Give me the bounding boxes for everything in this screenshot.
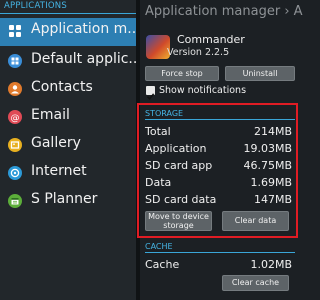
storage-sd-card-data-label: SD card data [145, 193, 217, 206]
app-info-pane: Application manager › A Commander Versio… [140, 0, 304, 300]
storage-sd-card-app-value: 46.75MB [243, 159, 292, 172]
cache-section-title: CACHE [145, 242, 173, 251]
storage-section-divider [145, 119, 295, 120]
storage-sd-card-data-value: 147MB [253, 193, 292, 206]
gallery-icon [8, 138, 22, 152]
storage-application-value: 19.03MB [243, 142, 292, 155]
sidebar-item-label: Contacts [31, 79, 93, 95]
sidebar-item-email[interactable]: @ Email [0, 104, 136, 132]
clear-cache-button[interactable]: Clear cache [222, 275, 289, 291]
storage-total-label: Total [145, 125, 171, 138]
sidebar-item-application-manager[interactable]: Application m.. [0, 18, 136, 46]
contact-icon [8, 82, 22, 96]
storage-section-title: STORAGE [145, 109, 184, 118]
storage-data-value: 1.69MB [250, 176, 292, 189]
cache-label: Cache [145, 258, 180, 271]
storage-data-label: Data [145, 176, 172, 189]
sidebar-item-default-applications[interactable]: Default applic.. [0, 48, 136, 76]
sidebar-item-label: Internet [31, 163, 87, 179]
move-to-device-storage-button[interactable]: Move to device storage [145, 211, 212, 231]
uninstall-button[interactable]: Uninstall [225, 66, 295, 81]
page-title: Application manager › A [145, 4, 303, 19]
sidebar-item-contacts[interactable]: Contacts [0, 76, 136, 104]
grid-icon [8, 24, 22, 38]
app-name: Commander [177, 33, 245, 46]
planner-icon [8, 194, 22, 208]
force-stop-button[interactable]: Force stop [145, 66, 219, 81]
clear-data-button[interactable]: Clear data [222, 211, 289, 231]
sidebar-item-label: Application m.. [31, 21, 136, 37]
settings-category-pane: APPLICATIONS Application m.. Default app… [0, 0, 136, 300]
sidebar-item-label: S Planner [31, 191, 98, 207]
show-notifications-checkbox[interactable] [146, 86, 155, 100]
app-version: Version 2.2.5 [167, 47, 230, 58]
storage-sd-card-app-label: SD card app [145, 159, 213, 172]
section-header: APPLICATIONS [0, 0, 136, 14]
sidebar-item-gallery[interactable]: Gallery [0, 132, 136, 160]
cache-section-divider [145, 252, 295, 253]
sidebar-item-s-planner[interactable]: S Planner [0, 188, 136, 216]
default-apps-icon [8, 54, 22, 68]
sidebar-item-internet[interactable]: Internet [0, 160, 136, 188]
sidebar-item-label: Default applic.. [31, 51, 136, 67]
internet-icon [8, 166, 22, 180]
svg-text:@: @ [11, 114, 20, 124]
show-notifications-label: Show notifications [159, 85, 247, 96]
section-header-label: APPLICATIONS [4, 1, 67, 11]
storage-total-value: 214MB [253, 125, 292, 138]
cache-value: 1.02MB [250, 258, 292, 271]
sidebar-item-label: Gallery [31, 135, 81, 151]
sidebar-item-label: Email [31, 107, 70, 123]
storage-application-label: Application [145, 142, 207, 155]
email-icon: @ [8, 110, 22, 124]
check-icon [146, 93, 155, 100]
